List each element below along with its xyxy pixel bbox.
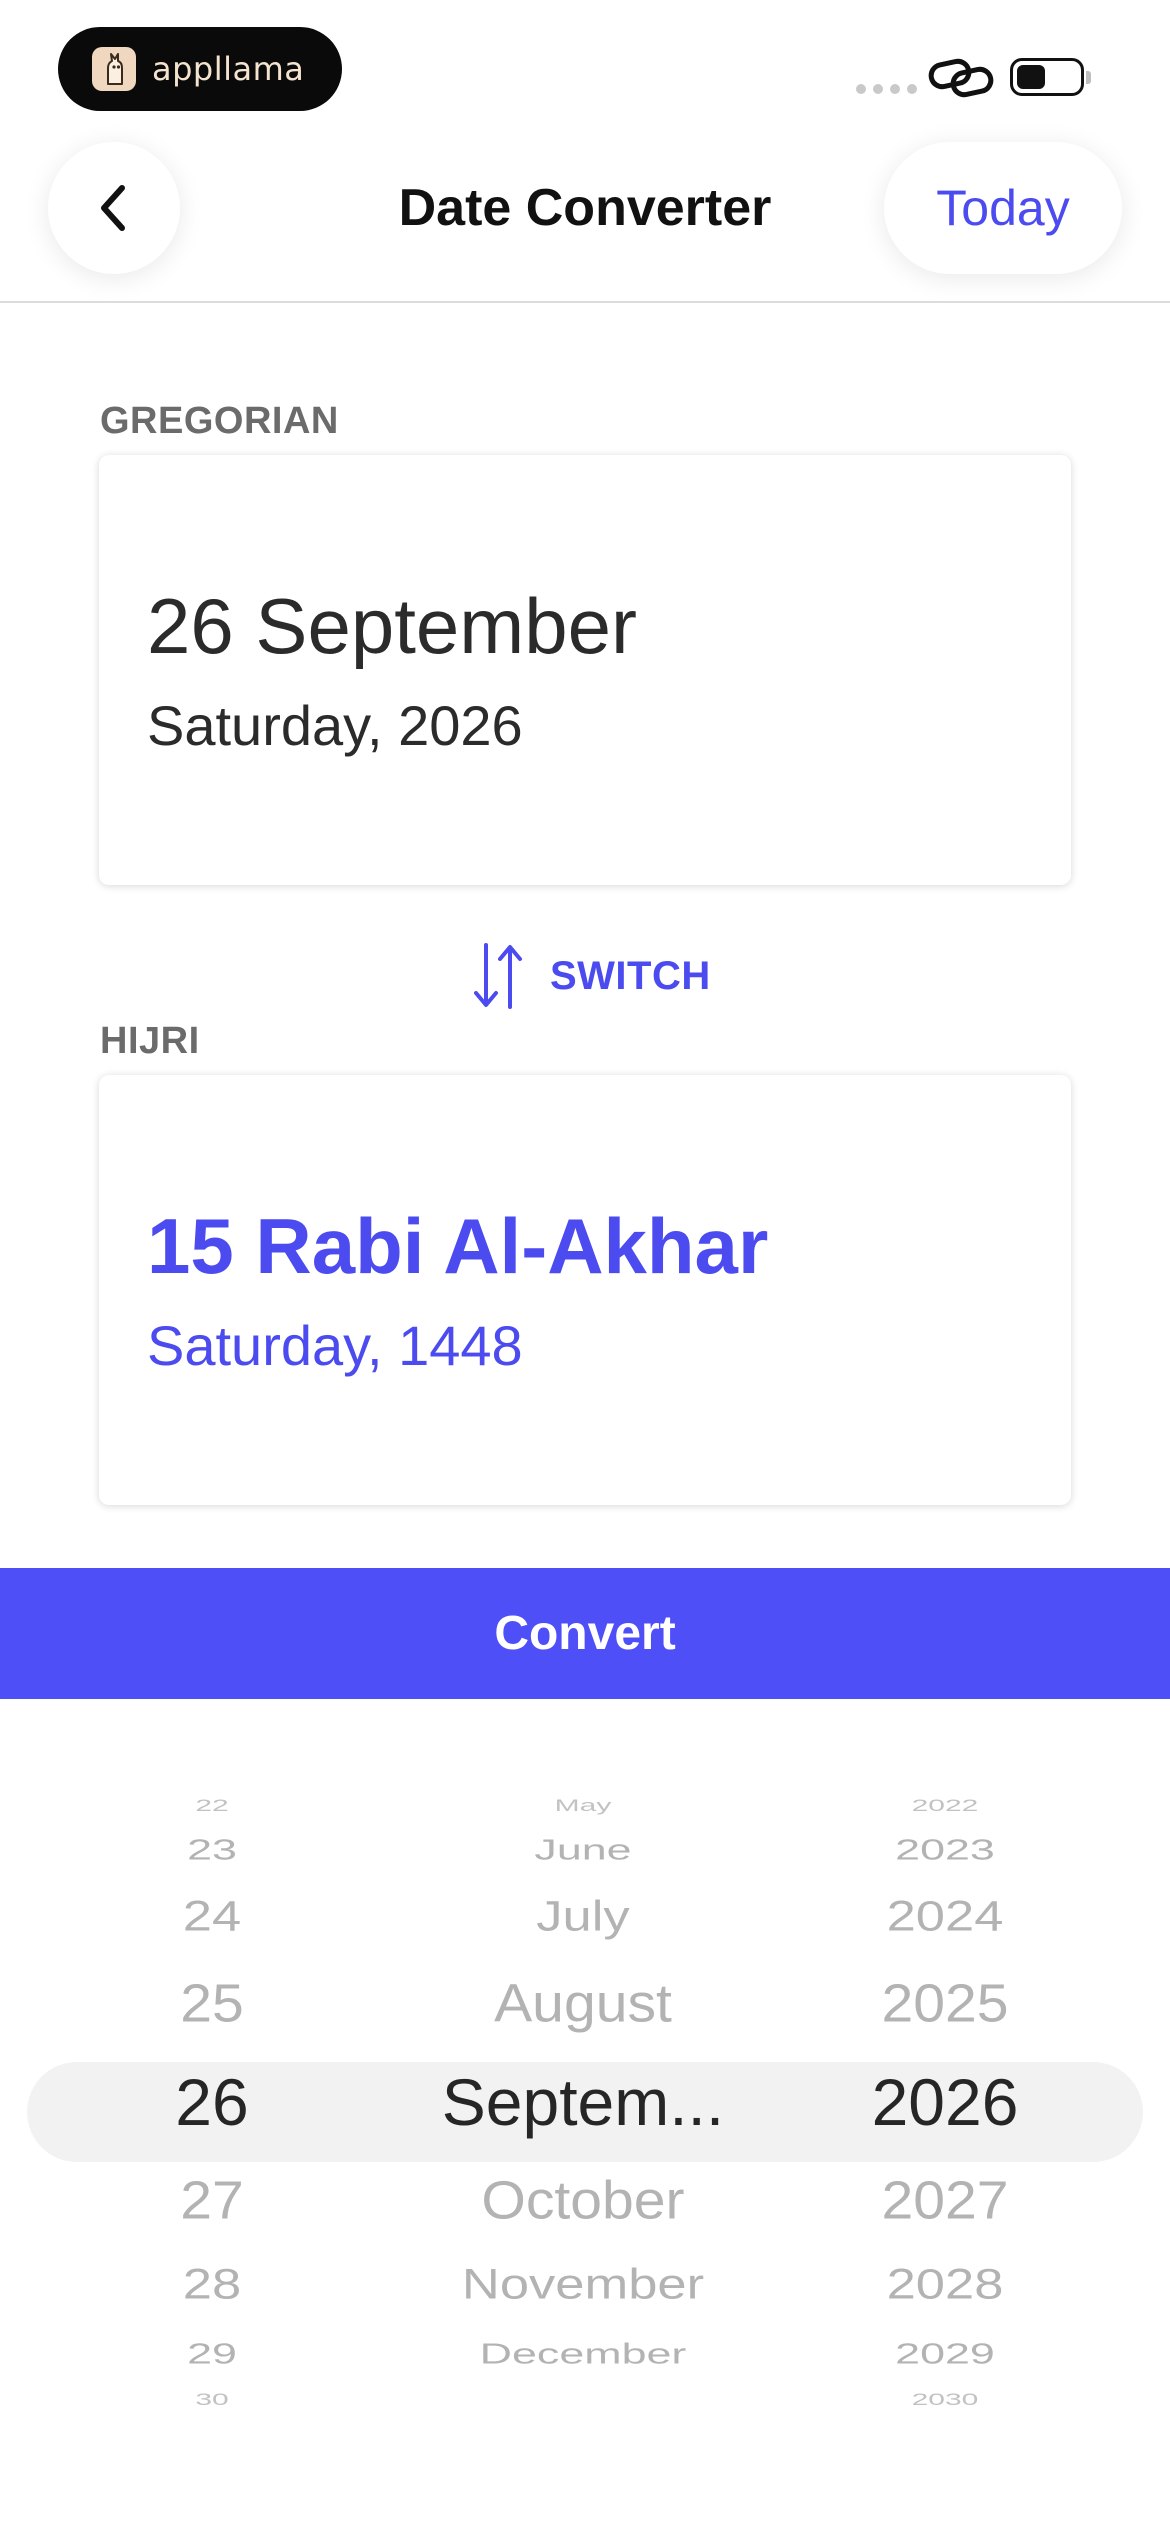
day-option[interactable]: 26 [12, 2067, 412, 2137]
year-option[interactable]: 2023 [721, 1835, 1169, 1865]
day-option[interactable]: 30 [12, 2391, 412, 2408]
app-badge: appllama [58, 27, 342, 111]
link-icon [928, 58, 994, 98]
switch-button[interactable]: SWITCH [470, 936, 711, 1016]
hijri-weekday-year: Saturday, 1448 [147, 1314, 523, 1377]
hijri-date-card[interactable]: 15 Rabi Al-Akhar Saturday, 1448 [99, 1075, 1071, 1505]
gregorian-day-month: 26 September [147, 582, 637, 670]
hijri-label: HIJRI [100, 1020, 200, 1062]
month-option[interactable]: November [373, 2262, 793, 2307]
app-name: appllama [152, 50, 305, 88]
llama-icon [92, 47, 136, 91]
gregorian-date-card[interactable]: 26 September Saturday, 2026 [99, 455, 1071, 885]
year-option[interactable]: 2028 [735, 2262, 1155, 2307]
day-option[interactable]: 22 [12, 1797, 412, 1814]
month-option[interactable]: July [373, 1894, 793, 1939]
year-option[interactable]: 2029 [721, 2339, 1169, 2369]
year-option[interactable]: 2025 [741, 1974, 1149, 2031]
battery-icon [1010, 58, 1084, 96]
convert-button[interactable]: Convert [0, 1568, 1170, 1699]
month-option[interactable]: August [379, 1974, 787, 2031]
year-option[interactable]: 2024 [735, 1894, 1155, 1939]
year-option[interactable]: 2026 [745, 2067, 1145, 2137]
day-option[interactable]: 28 [2, 2262, 422, 2307]
month-option[interactable]: May [383, 1797, 783, 1814]
switch-label: SWITCH [550, 953, 711, 998]
month-option[interactable]: October [379, 2172, 787, 2228]
today-button[interactable]: Today [884, 142, 1122, 274]
gregorian-label: GREGORIAN [100, 400, 339, 442]
day-option[interactable]: 25 [8, 1974, 416, 2031]
day-option[interactable]: 24 [2, 1894, 422, 1939]
year-option[interactable]: 2030 [745, 2391, 1145, 2408]
day-option[interactable]: 27 [8, 2172, 416, 2228]
status-bar: appllama [0, 0, 1170, 130]
hijri-day-month: 15 Rabi Al-Akhar [147, 1202, 769, 1290]
battery-tip [1086, 71, 1091, 84]
nav-bar: Date Converter Today [0, 130, 1170, 303]
month-option[interactable]: Septem... [383, 2067, 783, 2137]
year-option[interactable]: 2027 [741, 2172, 1149, 2228]
gregorian-weekday-year: Saturday, 2026 [147, 694, 523, 757]
signal-icon [856, 84, 917, 94]
swap-vertical-icon [474, 943, 522, 1009]
year-option[interactable]: 2022 [745, 1797, 1145, 1814]
